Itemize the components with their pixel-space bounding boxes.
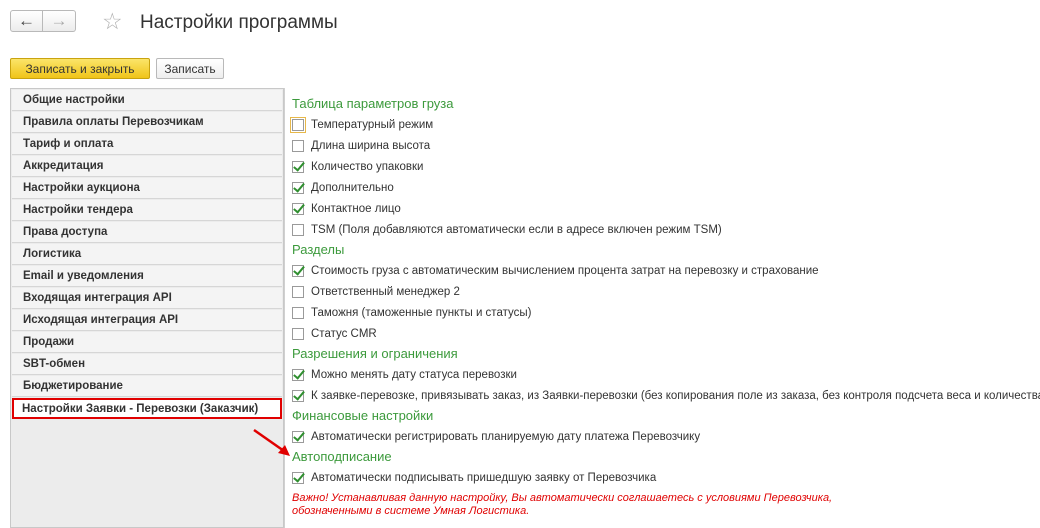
section-title-finance: Финансовые настройки (292, 408, 434, 423)
checkbox-label: Ответственный менеджер 2 (311, 285, 460, 298)
checkbox-label: Длина ширина высота (311, 139, 431, 152)
checkbox-row[interactable]: Можно менять дату статуса перевозки (292, 364, 1037, 385)
checkbox-label: Дополнительно (311, 181, 394, 194)
checkbox-row[interactable]: Дополнительно (292, 177, 1037, 198)
checkbox-row[interactable]: Температурный режим (290, 114, 1037, 135)
checkbox-change-status-date[interactable] (292, 368, 304, 381)
checkbox-label: Автоматически регистрировать планируемую… (311, 430, 701, 443)
section-title-autosign: Автоподписание (292, 449, 392, 464)
checkbox-row[interactable]: Статус CMR (292, 323, 1037, 344)
sidebar-item-email[interactable]: Email и уведомления (12, 266, 282, 287)
sidebar-item-accreditation[interactable]: Аккредитация (12, 156, 282, 177)
sidebar-item-auction[interactable]: Настройки аукциона (12, 178, 282, 199)
checkbox-additional[interactable] (292, 181, 304, 194)
autosign-warning: Важно! Устанавливая данную настройку, Вы… (292, 492, 1037, 518)
forward-button[interactable]: → (43, 10, 76, 32)
section-title-sections: Разделы (292, 242, 345, 257)
page-title: Настройки программы (140, 12, 338, 33)
sidebar-item-tender[interactable]: Настройки тендера (12, 200, 282, 221)
arrow-left-icon: ← (18, 11, 35, 30)
checkbox-row[interactable]: Контактное лицо (292, 198, 1037, 219)
warning-line: Важно! Устанавливая данную настройку, Вы… (292, 492, 833, 504)
annotation-arrow-icon (253, 428, 290, 456)
checkbox-row[interactable]: TSM (Поля добавляются автоматически если… (292, 219, 1037, 240)
save-and-close-button[interactable]: Записать и закрыть (10, 58, 150, 79)
checkbox-temperature[interactable] (290, 116, 306, 133)
checkbox-dimensions[interactable] (292, 139, 304, 152)
warning-line: обозначенными в системе Умная Логистика. (292, 505, 530, 517)
checkbox-label: Количество упаковки (311, 160, 424, 173)
checkbox-row[interactable]: Количество упаковки (292, 156, 1037, 177)
sidebar-item-sbt[interactable]: SBT-обмен (12, 354, 282, 375)
favorite-star-icon[interactable]: ☆ (102, 9, 123, 33)
settings-sidebar: Общие настройки Правила оплаты Перевозчи… (10, 88, 284, 528)
checkbox-label: Стоимость груза с автоматическим вычисле… (311, 264, 819, 277)
checkbox-label: TSM (Поля добавляются автоматически если… (311, 223, 722, 236)
sidebar-item-sales[interactable]: Продажи (12, 332, 282, 353)
checkbox-manager-2[interactable] (292, 285, 304, 298)
back-button[interactable]: ← (10, 10, 43, 32)
checkbox-label: Автоматически подписывать пришедшую заяв… (311, 471, 657, 484)
panel-divider (284, 88, 285, 528)
checkbox-label: Температурный режим (311, 118, 434, 131)
checkbox-row[interactable]: К заявке-перевозке, привязывать заказ, и… (292, 385, 1040, 406)
checkbox-link-order[interactable] (292, 389, 304, 402)
checkbox-row[interactable]: Таможня (таможенные пункты и статусы) (292, 302, 1037, 323)
checkbox-label: Контактное лицо (311, 202, 401, 215)
checkbox-package-count[interactable] (292, 160, 304, 173)
sidebar-item-general[interactable]: Общие настройки (12, 90, 282, 111)
sidebar-item-budgeting[interactable]: Бюджетирование (12, 376, 282, 397)
checkbox-cargo-cost[interactable] (292, 264, 304, 277)
sidebar-item-inbound-api[interactable]: Входящая интеграция API (12, 288, 282, 309)
checkbox-row[interactable]: Ответственный менеджер 2 (292, 281, 1037, 302)
checkbox-cmr-status[interactable] (292, 327, 304, 340)
checkbox-tsm[interactable] (292, 223, 304, 236)
checkbox-contact-person[interactable] (292, 202, 304, 215)
checkbox-auto-payment-date[interactable] (292, 430, 304, 443)
checkbox-label: Статус CMR (311, 327, 377, 340)
checkbox-row[interactable]: Стоимость груза с автоматическим вычисле… (292, 260, 1037, 281)
sidebar-item-transport-request[interactable]: Настройки Заявки - Перевозки (Заказчик) (12, 398, 282, 419)
checkbox-label: Можно менять дату статуса перевозки (311, 368, 517, 381)
save-button[interactable]: Записать (156, 58, 224, 79)
sidebar-item-logistics[interactable]: Логистика (12, 244, 282, 265)
section-title-permissions: Разрешения и ограничения (292, 346, 458, 361)
checkbox-customs[interactable] (292, 306, 304, 319)
sidebar-item-outbound-api[interactable]: Исходящая интеграция API (12, 310, 282, 331)
settings-content: Таблица параметров груза Температурный р… (290, 94, 1040, 518)
checkbox-row[interactable]: Автоматически подписывать пришедшую заяв… (292, 467, 1037, 488)
checkbox-label: К заявке-перевозке, привязывать заказ, и… (311, 389, 1040, 402)
section-title-cargo: Таблица параметров груза (292, 96, 454, 111)
checkbox-auto-sign[interactable] (292, 471, 304, 484)
checkbox-row[interactable]: Длина ширина высота (292, 135, 1037, 156)
sidebar-item-carrier-payment-rules[interactable]: Правила оплаты Перевозчикам (12, 112, 282, 133)
sidebar-item-access-rights[interactable]: Права доступа (12, 222, 282, 243)
checkbox-label: Таможня (таможенные пункты и статусы) (311, 306, 532, 319)
arrow-right-icon: → (50, 11, 68, 30)
checkbox-row[interactable]: Автоматически регистрировать планируемую… (292, 426, 1037, 447)
sidebar-item-tariff[interactable]: Тариф и оплата (12, 134, 282, 155)
